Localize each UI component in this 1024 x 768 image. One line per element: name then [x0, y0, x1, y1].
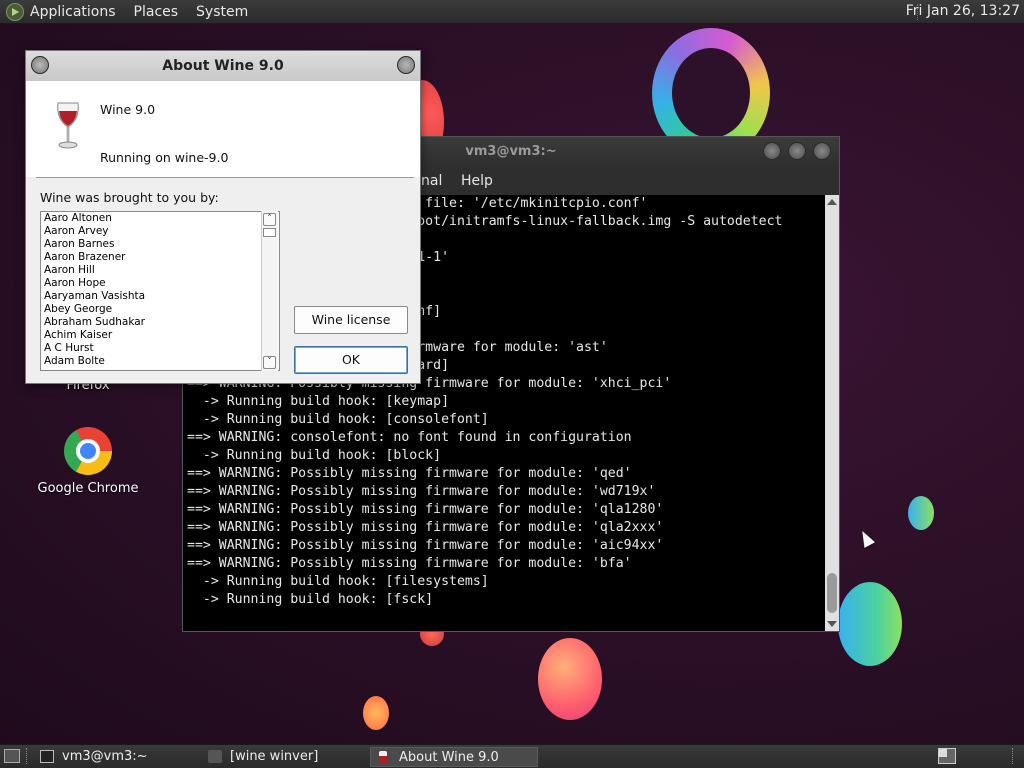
- wine-glass-icon: [379, 751, 387, 764]
- menu-applications[interactable]: Applications: [30, 4, 116, 20]
- top-panel: Applications Places System Fri Jan 26, 1…: [0, 0, 1024, 24]
- list-item[interactable]: Adam Bolte: [41, 355, 279, 368]
- taskbar-separator: [1012, 748, 1015, 764]
- workspace-switcher-icon[interactable]: [938, 748, 956, 764]
- chrome-icon: [64, 427, 112, 475]
- task-terminal[interactable]: vm3@vm3:~: [34, 747, 194, 767]
- terminal-line: ==> WARNING: Possibly missing firmware f…: [187, 538, 664, 553]
- terminal-title: vm3@vm3:~: [465, 144, 557, 159]
- running-on-text: Running on wine-9.0: [100, 150, 229, 165]
- wine-glass-icon: [208, 750, 222, 763]
- bottom-taskbar: vm3@vm3:~ [wine winver] About Wine 9.0: [0, 744, 1024, 768]
- dialog-titlebar[interactable]: About Wine 9.0: [26, 51, 420, 82]
- scroll-down-arrow-icon[interactable]: ˅: [263, 356, 276, 369]
- menu-help[interactable]: Help: [461, 173, 493, 189]
- terminal-icon: [40, 750, 54, 763]
- task-wine-winver[interactable]: [wine winver]: [202, 747, 366, 767]
- wine-license-button[interactable]: Wine license: [294, 306, 408, 334]
- list-item[interactable]: Aaron Arvey: [41, 225, 279, 238]
- product-name: Wine 9.0: [100, 102, 156, 117]
- scroll-up-arrow-icon[interactable]: ˄: [263, 213, 276, 226]
- terminal-line: -> Running build hook: [consolefont]: [187, 412, 489, 427]
- terminal-line: -> Running build hook: [fsck]: [187, 592, 434, 607]
- scroll-thumb[interactable]: [827, 573, 837, 613]
- task-label: About Wine 9.0: [399, 750, 499, 765]
- distro-logo-icon[interactable]: [6, 2, 24, 21]
- desktop-icon-chrome[interactable]: Google Chrome: [34, 427, 142, 496]
- minimize-button[interactable]: [763, 142, 781, 160]
- bubble-decoration: [908, 496, 934, 530]
- window-menu-button[interactable]: [31, 56, 49, 74]
- bubble-decoration: [538, 638, 602, 720]
- list-item[interactable]: Abraham Sudhakar: [41, 316, 279, 329]
- desktop-icon-label: Google Chrome: [37, 481, 139, 496]
- list-item[interactable]: Aaryaman Vasishta: [41, 290, 279, 303]
- credits-scrollbar[interactable]: ˄ ˅: [261, 211, 278, 371]
- terminal-line: ==> WARNING: Possibly missing firmware f…: [187, 520, 664, 535]
- list-item[interactable]: Aaron Hope: [41, 277, 279, 290]
- credits-list[interactable]: Aaro Altonen Aaron Arvey Aaron Barnes Aaron…: [40, 211, 280, 371]
- menu-system[interactable]: System: [196, 4, 248, 20]
- ok-button[interactable]: OK: [294, 346, 408, 374]
- terminal-scrollbar[interactable]: [825, 195, 839, 631]
- terminal-line: -> Running build hook: [keymap]: [187, 394, 450, 409]
- terminal-line: ==> WARNING: Possibly missing firmware f…: [187, 556, 632, 571]
- about-wine-dialog: About Wine 9.0 Wine 9.0 Running on wine-…: [25, 50, 421, 384]
- wine-glass-icon: [57, 102, 79, 149]
- close-button[interactable]: [397, 56, 415, 74]
- dialog-title: About Wine 9.0: [162, 58, 284, 74]
- show-desktop-icon[interactable]: [4, 749, 20, 763]
- task-label: vm3@vm3:~: [62, 749, 148, 764]
- scroll-thumb[interactable]: [263, 228, 276, 237]
- list-item[interactable]: Aaron Hill: [41, 264, 279, 277]
- scroll-down-arrow-icon[interactable]: [827, 621, 837, 627]
- task-label: [wine winver]: [230, 749, 319, 764]
- terminal-line: ==> WARNING: consolefont: no font found …: [187, 430, 632, 445]
- close-button[interactable]: [813, 142, 831, 160]
- bubble-decoration: [363, 696, 389, 730]
- list-item[interactable]: Aaron Brazener: [41, 251, 279, 264]
- terminal-line: -> Running build hook: [filesystems]: [187, 574, 489, 589]
- terminal-line: -> Running build hook: [block]: [187, 448, 442, 463]
- list-item[interactable]: A C Hurst: [41, 342, 279, 355]
- maximize-button[interactable]: [788, 142, 806, 160]
- task-about-wine[interactable]: About Wine 9.0: [370, 747, 538, 767]
- menu-terminal[interactable]: nal: [421, 173, 442, 189]
- list-item[interactable]: Aaron Barnes: [41, 238, 279, 251]
- dialog-divider: [36, 177, 414, 178]
- panel-clock[interactable]: Fri Jan 26, 13:27: [906, 3, 1020, 19]
- list-item[interactable]: Aaro Altonen: [41, 212, 279, 225]
- menu-places[interactable]: Places: [134, 4, 179, 20]
- dialog-header-panel: Wine 9.0 Running on wine-9.0: [26, 81, 420, 177]
- bubble-decoration: [838, 582, 902, 666]
- scroll-up-arrow-icon[interactable]: [827, 199, 837, 205]
- taskbar-separator: [26, 748, 29, 764]
- terminal-line: ==> WARNING: Possibly missing firmware f…: [187, 484, 656, 499]
- list-item[interactable]: Abey George: [41, 303, 279, 316]
- list-item[interactable]: Achim Kaiser: [41, 329, 279, 342]
- terminal-line: ==> WARNING: Possibly missing firmware f…: [187, 466, 632, 481]
- terminal-line: ==> WARNING: Possibly missing firmware f…: [187, 502, 664, 517]
- credits-label: Wine was brought to you by:: [40, 190, 219, 205]
